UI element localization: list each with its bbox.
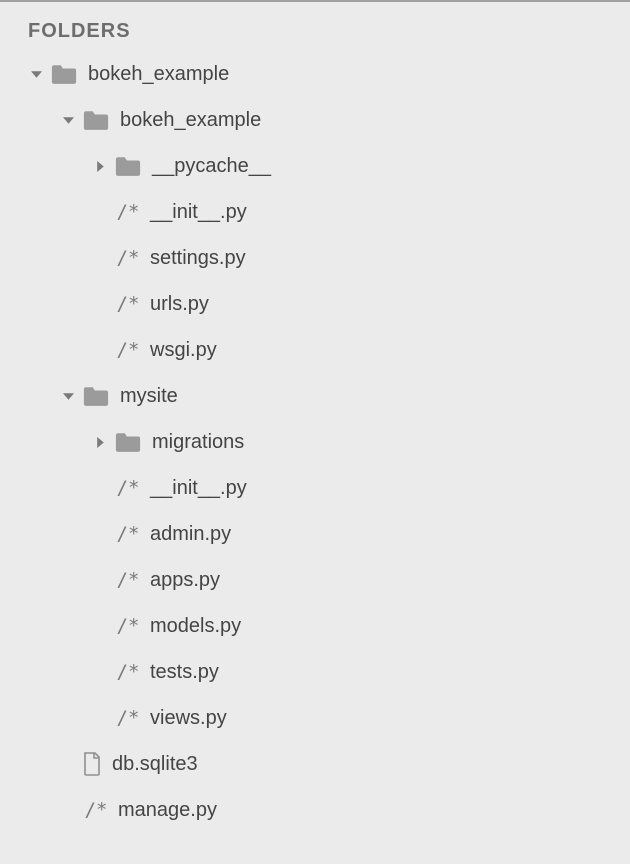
python-file-icon: /* <box>114 293 142 315</box>
folder-icon <box>114 155 142 177</box>
tree-row[interactable]: /* manage.py <box>0 787 630 833</box>
chevron-down-icon[interactable] <box>60 388 76 404</box>
python-file-icon: /* <box>114 339 142 361</box>
folder-icon <box>114 431 142 453</box>
tree-row[interactable]: __pycache__ <box>0 143 630 189</box>
tree-item-label: models.py <box>150 615 241 638</box>
tree-item-label: admin.py <box>150 523 231 546</box>
tree-item-label: views.py <box>150 707 227 730</box>
tree-row[interactable]: db.sqlite3 <box>0 741 630 787</box>
tree-item-label: __pycache__ <box>152 155 271 178</box>
file-icon <box>82 752 102 776</box>
tree-item-label: tests.py <box>150 661 219 684</box>
disclosure-spacer <box>92 342 108 358</box>
chevron-down-icon[interactable] <box>28 66 44 82</box>
python-file-icon: /* <box>114 523 142 545</box>
python-file-icon: /* <box>114 661 142 683</box>
python-file-icon: /* <box>114 707 142 729</box>
folders-header: FOLDERS <box>0 20 630 51</box>
tree-row[interactable]: mysite <box>0 373 630 419</box>
tree-item-label: manage.py <box>118 799 217 822</box>
tree-row[interactable]: /* __init__.py <box>0 189 630 235</box>
disclosure-spacer <box>92 480 108 496</box>
tree-row[interactable]: bokeh_example <box>0 97 630 143</box>
tree-row[interactable]: /* urls.py <box>0 281 630 327</box>
tree-row[interactable]: /* __init__.py <box>0 465 630 511</box>
python-file-icon: /* <box>82 799 110 821</box>
tree-item-label: bokeh_example <box>120 109 261 132</box>
tree-item-label: migrations <box>152 431 244 454</box>
chevron-down-icon[interactable] <box>60 112 76 128</box>
disclosure-spacer <box>92 572 108 588</box>
tree-row[interactable]: /* models.py <box>0 603 630 649</box>
folder-icon <box>82 109 110 131</box>
tree-item-label: mysite <box>120 385 178 408</box>
tree-row[interactable]: /* admin.py <box>0 511 630 557</box>
disclosure-spacer <box>60 756 76 772</box>
python-file-icon: /* <box>114 569 142 591</box>
disclosure-spacer <box>92 618 108 634</box>
tree-row[interactable]: /* views.py <box>0 695 630 741</box>
disclosure-spacer <box>92 710 108 726</box>
disclosure-spacer <box>92 296 108 312</box>
tree-row[interactable]: /* wsgi.py <box>0 327 630 373</box>
tree-item-label: bokeh_example <box>88 63 229 86</box>
disclosure-spacer <box>92 664 108 680</box>
file-tree: bokeh_example bokeh_example __pycache__ /* _… <box>0 51 630 833</box>
tree-row[interactable]: migrations <box>0 419 630 465</box>
tree-row[interactable]: /* tests.py <box>0 649 630 695</box>
chevron-right-icon[interactable] <box>92 158 108 174</box>
tree-row[interactable]: /* apps.py <box>0 557 630 603</box>
python-file-icon: /* <box>114 477 142 499</box>
tree-item-label: __init__.py <box>150 477 247 500</box>
tree-row[interactable]: bokeh_example <box>0 51 630 97</box>
disclosure-spacer <box>92 204 108 220</box>
folder-icon <box>82 385 110 407</box>
tree-item-label: __init__.py <box>150 201 247 224</box>
chevron-right-icon[interactable] <box>92 434 108 450</box>
python-file-icon: /* <box>114 615 142 637</box>
python-file-icon: /* <box>114 247 142 269</box>
disclosure-spacer <box>92 250 108 266</box>
disclosure-spacer <box>60 802 76 818</box>
tree-item-label: wsgi.py <box>150 339 217 362</box>
disclosure-spacer <box>92 526 108 542</box>
folder-icon <box>50 63 78 85</box>
tree-item-label: db.sqlite3 <box>112 753 198 776</box>
python-file-icon: /* <box>114 201 142 223</box>
tree-row[interactable]: /* settings.py <box>0 235 630 281</box>
tree-item-label: apps.py <box>150 569 220 592</box>
tree-item-label: settings.py <box>150 247 246 270</box>
tree-item-label: urls.py <box>150 293 209 316</box>
